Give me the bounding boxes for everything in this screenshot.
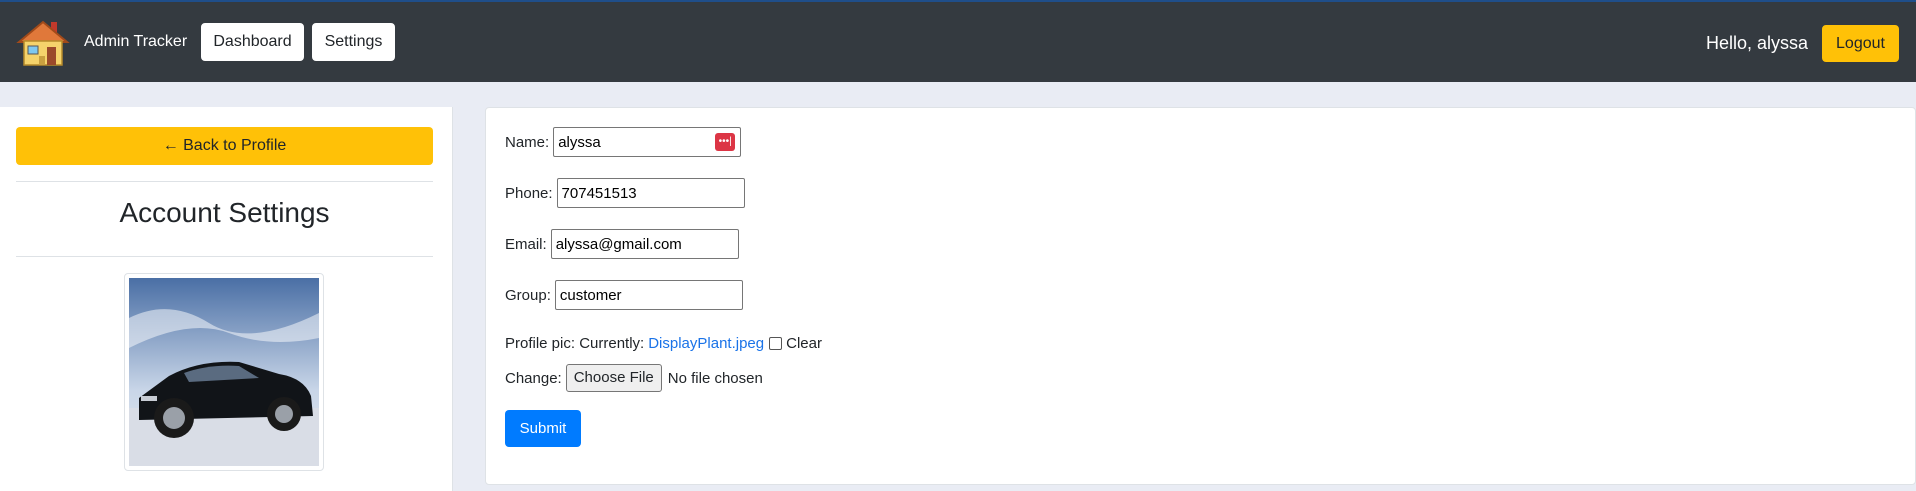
password-manager-icon[interactable]: •••|	[715, 133, 736, 151]
settings-button[interactable]: Settings	[312, 23, 395, 61]
back-to-profile-button[interactable]: ← Back to Profile	[16, 127, 433, 165]
email-input[interactable]	[550, 229, 739, 259]
clear-checkbox[interactable]	[769, 337, 783, 350]
profile-picture	[124, 273, 324, 471]
account-sidebar: ← Back to Profile Account Settings	[0, 107, 453, 491]
choose-file-button[interactable]: Choose File	[565, 364, 662, 392]
settings-form-card: Name: •••| Phone: Email: Group: Profile …	[485, 107, 1916, 485]
email-row: Email:	[505, 229, 739, 259]
no-file-text: No file chosen	[667, 369, 763, 387]
group-row: Group:	[505, 280, 743, 310]
name-row: Name: •••|	[505, 127, 742, 157]
car-photo	[129, 278, 319, 466]
divider	[16, 256, 433, 257]
group-input[interactable]	[554, 280, 743, 310]
profile-pic-label: Profile pic: Currently:	[505, 335, 645, 352]
current-file-link[interactable]: DisplayPlant.jpeg	[648, 335, 764, 352]
brand-title[interactable]: Admin Tracker	[84, 33, 187, 51]
top-navbar: Admin Tracker Dashboard Settings Hello, …	[0, 0, 1916, 82]
divider	[16, 181, 433, 182]
group-label: Group:	[505, 286, 551, 304]
phone-input[interactable]	[556, 178, 745, 208]
user-greeting: Hello, alyssa	[1706, 33, 1809, 53]
name-label: Name:	[505, 133, 550, 151]
logout-button[interactable]: Logout	[1822, 25, 1899, 62]
profile-pic-row: Profile pic: Currently: DisplayPlant.jpe…	[505, 335, 822, 352]
dashboard-button[interactable]: Dashboard	[201, 23, 304, 61]
page-title: Account Settings	[119, 197, 330, 228]
phone-label: Phone:	[505, 184, 553, 202]
email-label: Email:	[505, 235, 547, 253]
phone-row: Phone:	[505, 178, 745, 208]
name-input[interactable]	[553, 127, 742, 157]
clear-label: Clear	[786, 335, 822, 352]
house-icon[interactable]	[15, 18, 71, 68]
change-file-row: Change: Choose File No file chosen	[505, 364, 763, 392]
change-label: Change:	[505, 369, 562, 387]
submit-button[interactable]: Submit	[505, 410, 581, 447]
